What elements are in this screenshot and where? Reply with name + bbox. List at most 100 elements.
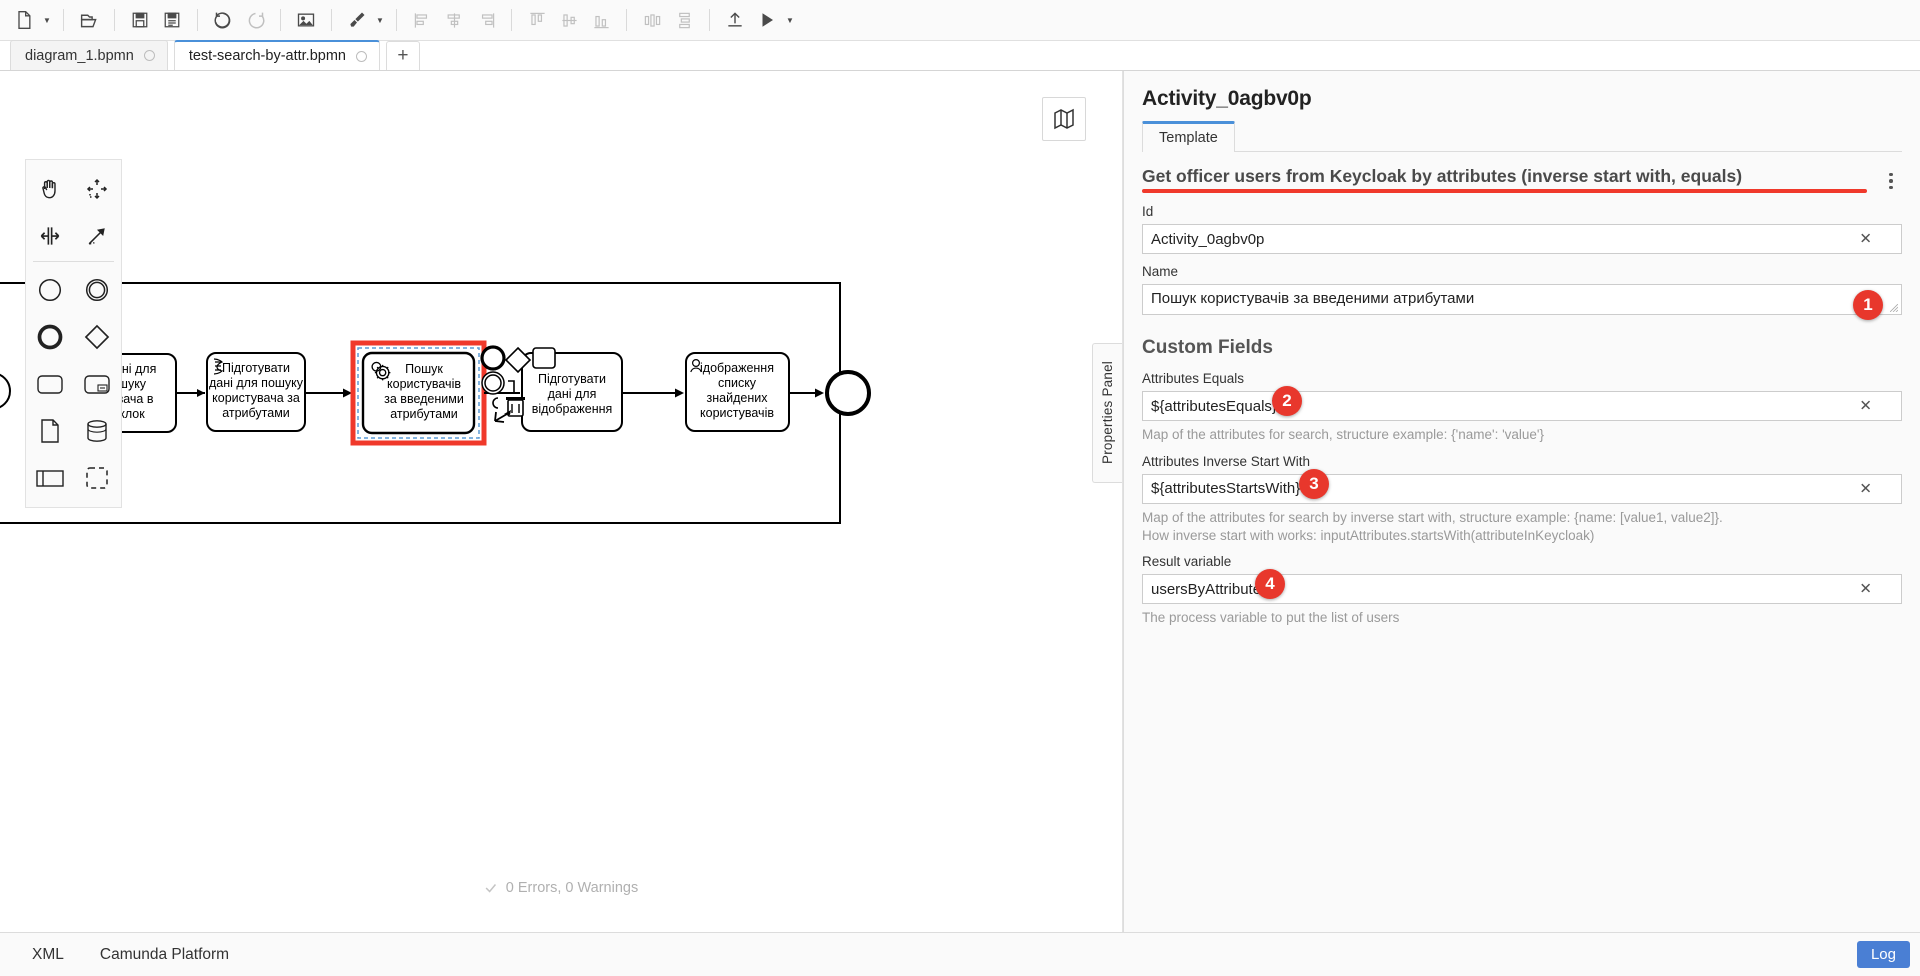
toolbar-separator <box>511 9 512 31</box>
status-bar-right: Log <box>1857 941 1920 968</box>
tab-template[interactable]: Template <box>1142 121 1235 152</box>
id-field-group: Id Activity_0agbv0p ✕ <box>1124 194 1920 254</box>
palette-subprocess-expanded[interactable] <box>74 360 122 407</box>
tab-diagram-1[interactable]: diagram_1.bpmn <box>10 40 168 70</box>
main-toolbar: ▼ ▼ <box>0 0 1920 41</box>
attributes-equals-hint: Map of the attributes for search, struct… <box>1142 426 1902 444</box>
distribute-vertically-button[interactable] <box>668 4 700 36</box>
start-instance-button[interactable] <box>751 4 783 36</box>
svg-text:шуку: шуку <box>118 377 147 391</box>
errors-warnings-status[interactable]: 0 Errors, 0 Warnings <box>470 874 652 902</box>
check-icon <box>484 881 498 895</box>
id-input-value: Activity_0agbv0p <box>1151 231 1264 248</box>
result-variable-label: Result variable <box>1142 554 1902 569</box>
set-color-caret-icon[interactable]: ▼ <box>373 4 387 36</box>
attributes-inverse-start-with-input[interactable]: ${attributesStartsWith} <box>1142 474 1902 504</box>
toolbar-separator <box>396 9 397 31</box>
open-file-button[interactable] <box>73 4 105 36</box>
status-camunda-platform-button[interactable]: Camunda Platform <box>82 933 247 976</box>
attributes-inverse-start-with-wrap: ${attributesStartsWith} ✕ <box>1142 474 1902 504</box>
properties-tabs: Template <box>1142 120 1902 152</box>
attributes-inverse-start-with-clear-icon[interactable]: ✕ <box>1855 479 1876 498</box>
bpmn-palette <box>25 159 122 508</box>
palette-global-connect-tool[interactable] <box>74 212 122 259</box>
svg-text:користувачів: користувачів <box>700 406 774 420</box>
errors-warnings-label: 0 Errors, 0 Warnings <box>506 880 638 896</box>
tab-label: diagram_1.bpmn <box>25 48 134 64</box>
status-bar: XML Camunda Platform Log <box>0 932 1920 976</box>
save-as-button[interactable] <box>156 4 188 36</box>
palette-gateway[interactable] <box>74 313 122 360</box>
close-tab-icon[interactable] <box>356 51 367 62</box>
svg-text:атрибутами: атрибутами <box>390 407 458 421</box>
result-variable-clear-icon[interactable]: ✕ <box>1855 580 1876 599</box>
attributes-inverse-start-with-label: Attributes Inverse Start With <box>1142 454 1902 469</box>
palette-start-event[interactable] <box>26 266 74 313</box>
minimap-toggle-button[interactable] <box>1042 97 1086 141</box>
close-tab-icon[interactable] <box>144 50 155 61</box>
toolbar-separator <box>114 9 115 31</box>
id-clear-icon[interactable]: ✕ <box>1855 230 1876 249</box>
palette-group[interactable] <box>74 454 122 501</box>
status-xml-button[interactable]: XML <box>14 933 82 976</box>
tab-test-search-by-attr[interactable]: test-search-by-attr.bpmn <box>174 40 380 70</box>
palette-lasso-tool[interactable] <box>74 165 122 212</box>
attributes-equals-group: Attributes Equals ${attributesEquals} ✕ … <box>1124 361 1920 444</box>
callout-badge-2: 2 <box>1272 386 1302 416</box>
attributes-equals-value: ${attributesEquals} <box>1151 398 1277 415</box>
toolbar-separator <box>197 9 198 31</box>
deploy-button[interactable] <box>719 4 751 36</box>
align-center-button[interactable] <box>438 4 470 36</box>
palette-task[interactable] <box>26 360 74 407</box>
palette-hand-tool[interactable] <box>26 165 74 212</box>
tab-bar: diagram_1.bpmn test-search-by-attr.bpmn … <box>0 41 1920 71</box>
properties-panel-toggle[interactable]: Properties Panel <box>1092 343 1122 483</box>
redo-button[interactable] <box>239 4 271 36</box>
start-instance-caret-icon[interactable]: ▼ <box>783 4 797 36</box>
palette-space-tool[interactable] <box>26 212 74 259</box>
palette-end-event[interactable] <box>26 313 74 360</box>
id-input[interactable]: Activity_0agbv0p <box>1142 224 1902 254</box>
attributes-inverse-start-with-hint: Map of the attributes for search by inve… <box>1142 509 1902 545</box>
result-variable-hint: The process variable to put the list of … <box>1142 609 1902 627</box>
properties-scroll-area[interactable]: Get officer users from Keycloak by attri… <box>1124 152 1920 932</box>
custom-fields-title: Custom Fields <box>1124 315 1920 361</box>
new-tab-button[interactable]: + <box>386 41 420 70</box>
align-right-button[interactable] <box>470 4 502 36</box>
svg-text:Пошук: Пошук <box>405 362 443 376</box>
svg-text:Підготувати: Підготувати <box>538 372 606 386</box>
template-name-label: Get officer users from Keycloak by attri… <box>1142 166 1742 186</box>
align-middle-button[interactable] <box>553 4 585 36</box>
name-field-group: Name Пошук користувачів за введеними атр… <box>1124 254 1920 315</box>
align-bottom-button[interactable] <box>585 4 617 36</box>
template-name-underline <box>1142 189 1867 193</box>
bpmn-canvas[interactable]: дані для шуку увача в клок Підготувати д… <box>0 71 1123 932</box>
svg-text:відображення: відображення <box>532 402 613 416</box>
resize-grip-icon <box>1890 304 1898 312</box>
set-color-button[interactable] <box>341 4 373 36</box>
new-file-caret-icon[interactable]: ▼ <box>40 4 54 36</box>
align-left-button[interactable] <box>406 4 438 36</box>
log-button[interactable]: Log <box>1857 941 1910 968</box>
properties-panel-handle-label: Properties Panel <box>1100 361 1115 464</box>
editor-body: дані для шуку увача в клок Підготувати д… <box>0 71 1920 932</box>
new-file-button[interactable] <box>8 4 40 36</box>
attributes-equals-input[interactable]: ${attributesEquals} <box>1142 391 1902 421</box>
bpmn-diagram: дані для шуку увача в клок Підготувати д… <box>0 71 900 721</box>
save-button[interactable] <box>124 4 156 36</box>
name-field-label: Name <box>1142 264 1902 279</box>
distribute-horizontally-button[interactable] <box>636 4 668 36</box>
palette-data-store[interactable] <box>74 407 122 454</box>
template-menu-icon[interactable] <box>1880 168 1902 194</box>
svg-text:атрибутами: атрибутами <box>222 406 290 420</box>
palette-data-object[interactable] <box>26 407 74 454</box>
attributes-equals-clear-icon[interactable]: ✕ <box>1855 397 1876 416</box>
palette-participant[interactable] <box>26 454 74 501</box>
palette-intermediate-event[interactable] <box>74 266 122 313</box>
undo-button[interactable] <box>207 4 239 36</box>
toolbar-separator <box>626 9 627 31</box>
export-image-button[interactable] <box>290 4 322 36</box>
align-top-button[interactable] <box>521 4 553 36</box>
name-input[interactable]: Пошук користувачів за введеними атрибута… <box>1142 284 1902 315</box>
map-icon <box>1052 107 1076 131</box>
